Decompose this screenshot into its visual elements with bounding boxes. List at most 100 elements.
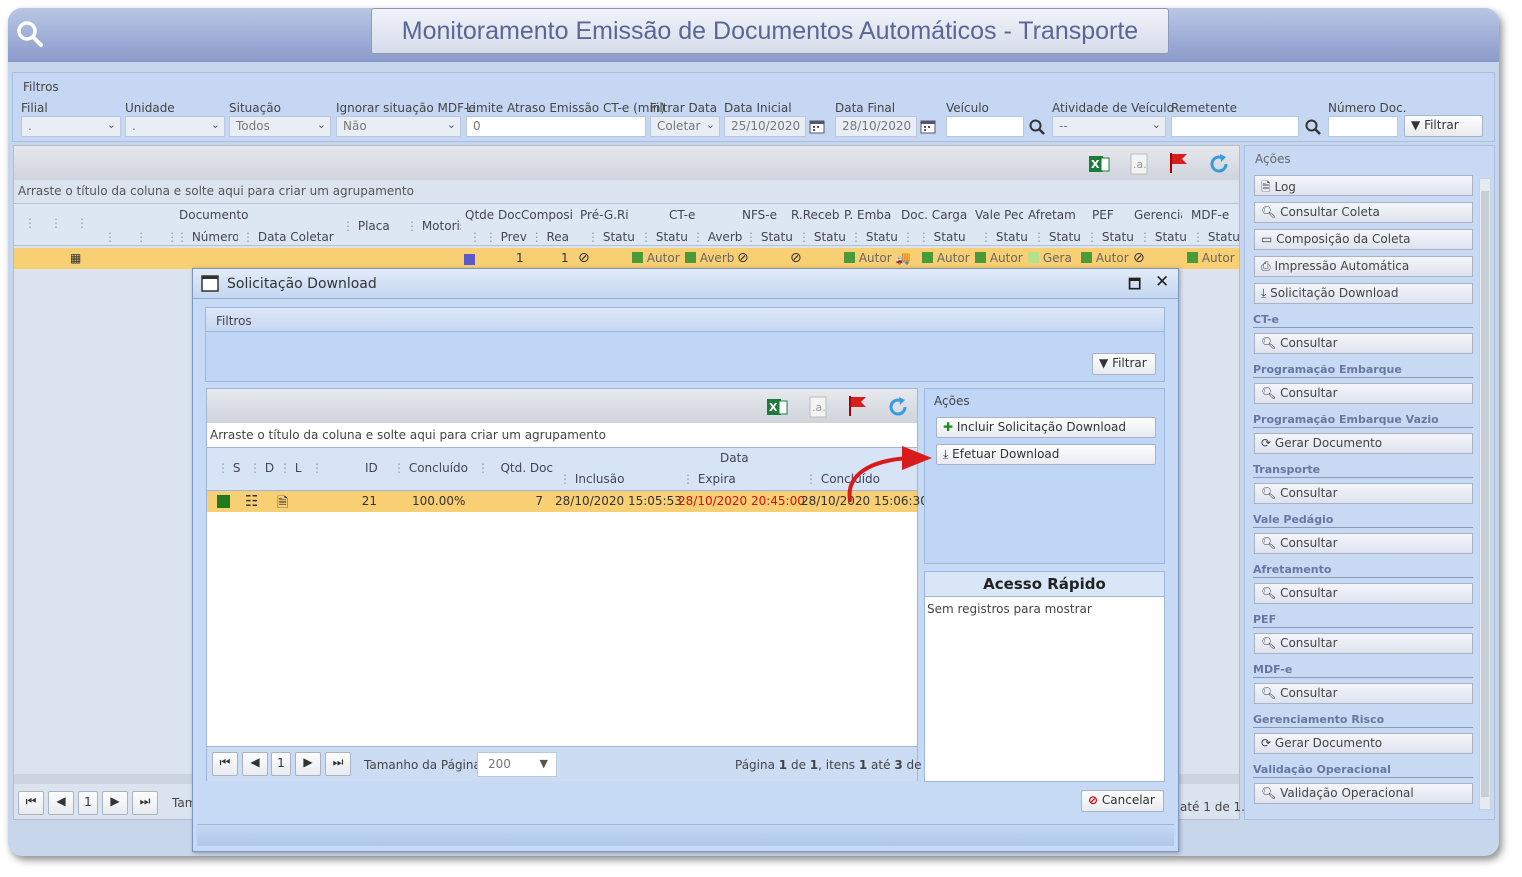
col-drag-handle[interactable]: ⋮: [311, 461, 323, 475]
first-page-button[interactable]: ⏮: [212, 752, 238, 776]
col-gerencia[interactable]: Gerencia: [1134, 208, 1182, 222]
details-icon[interactable]: ☷: [245, 492, 258, 510]
col-drag-handle[interactable]: ⋮: [24, 216, 36, 230]
table-row[interactable]: ☷ 🗎 21 100.00% 7 28/10/2020 15:05:53 28/…: [207, 491, 928, 512]
col-qtde-doc[interactable]: Qtde Doc.: [465, 208, 521, 222]
col-pembar[interactable]: P. Embar: [844, 208, 892, 222]
modal-filter-button[interactable]: ▼ Filtrar: [1092, 353, 1156, 375]
col-d[interactable]: ⋮ D: [249, 461, 274, 475]
col-concluido[interactable]: ⋮ Concluído: [393, 461, 468, 475]
prev-page-button[interactable]: ◀: [48, 791, 74, 815]
risco-gerar-button[interactable]: ⟳ Gerar Documento: [1254, 733, 1473, 754]
limite-input[interactable]: 0: [466, 116, 646, 137]
col-afretame[interactable]: Afretame: [1028, 208, 1076, 222]
calendar-icon[interactable]: [920, 118, 936, 134]
first-page-button[interactable]: ⏮: [18, 791, 44, 815]
action-composicao-coleta[interactable]: ▭ Composição da Coleta: [1254, 229, 1473, 250]
prog-embarque-consultar-button[interactable]: 🔍︎ Consultar: [1254, 383, 1473, 404]
refresh-icon[interactable]: [1207, 152, 1231, 176]
search-icon[interactable]: [1305, 119, 1321, 135]
vale-pedagio-consultar-button[interactable]: 🔍︎ Consultar: [1254, 533, 1473, 554]
page-number[interactable]: 1: [78, 791, 98, 815]
data-inicial-input[interactable]: 25/10/2020: [724, 116, 806, 137]
col-s[interactable]: ⋮ S: [217, 461, 240, 475]
col-inclusao[interactable]: ⋮ Inclusão: [559, 472, 624, 486]
col-documento[interactable]: Documento: [179, 208, 249, 222]
col-drag-handle[interactable]: ⋮: [50, 216, 62, 230]
next-page-button[interactable]: ▶: [102, 791, 128, 815]
col-cte[interactable]: CT-e: [669, 208, 695, 222]
unidade-select[interactable]: . ⌄: [125, 116, 225, 137]
ignorar-select[interactable]: Não ⌄: [336, 116, 461, 137]
col-numero[interactable]: ⋮ Número: [176, 230, 238, 244]
col-pre-g[interactable]: Pré-G.Ri: [580, 208, 628, 222]
col-data[interactable]: Data: [720, 451, 749, 465]
col-composi[interactable]: Composi: [521, 208, 574, 222]
col-nfse[interactable]: NFS-e: [742, 208, 777, 222]
remetente-input[interactable]: [1171, 116, 1299, 137]
col-rreceb[interactable]: R.Receb: [791, 208, 839, 222]
col-id[interactable]: ID: [365, 461, 378, 475]
action-impressao[interactable]: ⎙ Impressão Automática: [1254, 256, 1473, 277]
flag-icon[interactable]: [846, 394, 870, 418]
cancel-button[interactable]: ⊘ Cancelar: [1081, 790, 1164, 812]
efetuar-download-button[interactable]: ⤓ Efetuar Download: [936, 444, 1156, 465]
document-icon[interactable]: 🗎: [277, 492, 288, 516]
validacao-button[interactable]: 🔍︎ Validação Operacional: [1254, 783, 1473, 804]
action-consultar-coleta[interactable]: 🔍︎ Consultar Coleta: [1254, 202, 1473, 223]
last-page-button[interactable]: ⏭: [325, 752, 351, 776]
col-doc-carga[interactable]: Doc. Carga: [901, 208, 967, 222]
action-log[interactable]: 🗎 Log: [1254, 175, 1473, 196]
atividade-select[interactable]: -- ⌄: [1052, 116, 1166, 137]
close-icon[interactable]: ✕: [1155, 272, 1169, 292]
col-motorista[interactable]: ⋮ Motoris: [406, 219, 461, 233]
veiculo-input[interactable]: [946, 116, 1024, 137]
actions-scrollbar[interactable]: [1479, 178, 1491, 810]
cte-consultar-button[interactable]: 🔍︎ Consultar: [1254, 333, 1473, 354]
transporte-consultar-button[interactable]: 🔍︎ Consultar: [1254, 483, 1473, 504]
incluir-solicitacao-button[interactable]: ✚ Incluir Solicitação Download: [936, 417, 1156, 438]
search-icon[interactable]: [1029, 119, 1045, 135]
col-drag-handle[interactable]: ⋮: [76, 216, 88, 230]
grid-icon[interactable]: ▦: [70, 251, 81, 265]
prog-vazio-gerar-button[interactable]: ⟳ Gerar Documento: [1254, 433, 1473, 454]
numero-doc-input[interactable]: [1328, 116, 1398, 137]
afretamento-consultar-button[interactable]: 🔍︎ Consultar: [1254, 583, 1473, 604]
search-icon: 🔍︎: [1261, 636, 1277, 650]
pef-consultar-button[interactable]: 🔍︎ Consultar: [1254, 633, 1473, 654]
search-icon[interactable]: [16, 20, 44, 48]
last-page-button[interactable]: ⏭: [132, 791, 158, 815]
col-pef[interactable]: PEF: [1092, 208, 1114, 222]
cte-averb: Averb: [685, 251, 737, 265]
text-filter-icon[interactable]: .a.: [1127, 152, 1151, 176]
mdfe-consultar-button[interactable]: 🔍︎ Consultar: [1254, 683, 1473, 704]
action-solicitacao-download[interactable]: ⤓ Solicitação Download: [1254, 283, 1473, 304]
excel-export-icon[interactable]: X: [1087, 152, 1111, 176]
data-final-input[interactable]: 28/10/2020: [835, 116, 917, 137]
col-data-coletar[interactable]: ⋮ Data Coletar: [242, 230, 334, 244]
prev-page-button[interactable]: ◀: [242, 752, 268, 776]
sub-averb: ⋮ Averb: [692, 230, 743, 244]
col-mdfe[interactable]: MDF-e: [1191, 208, 1229, 222]
col-qtd-doc[interactable]: ⋮ Qtd. Doc: [477, 461, 553, 475]
flag-icon[interactable]: [1167, 151, 1191, 175]
refresh-icon[interactable]: [886, 395, 910, 419]
col-vale-ped[interactable]: Vale Ped: [975, 208, 1023, 222]
text-filter-icon[interactable]: .a.: [806, 395, 830, 419]
calendar-icon[interactable]: [809, 118, 825, 134]
page-number[interactable]: 1: [271, 752, 291, 776]
filtrar-data-select[interactable]: Coletar ⌄: [650, 116, 720, 137]
numero-doc-label: Número Doc.: [1328, 101, 1407, 115]
col-placa[interactable]: ⋮ Placa: [342, 219, 390, 233]
col-expira[interactable]: ⋮ Expira: [682, 472, 736, 486]
filter-button[interactable]: ▼ Filtrar: [1404, 115, 1483, 137]
maximize-icon[interactable]: 🗖: [1128, 274, 1141, 298]
page-size-select[interactable]: 200 ▼: [477, 752, 557, 777]
col-l[interactable]: ⋮ L: [279, 461, 302, 475]
next-page-button[interactable]: ▶: [295, 752, 321, 776]
section-vale-pedagio: Vale Pedágio: [1253, 513, 1473, 528]
situacao-select[interactable]: Todos ⌄: [229, 116, 331, 137]
excel-export-icon[interactable]: X: [765, 395, 789, 419]
filial-select[interactable]: . ⌄: [21, 116, 121, 137]
table-row[interactable]: ▦ 1 1 ⊘ Autor Averb ⊘ ⊘ Autor 🚚 Autor Au…: [14, 248, 1239, 269]
